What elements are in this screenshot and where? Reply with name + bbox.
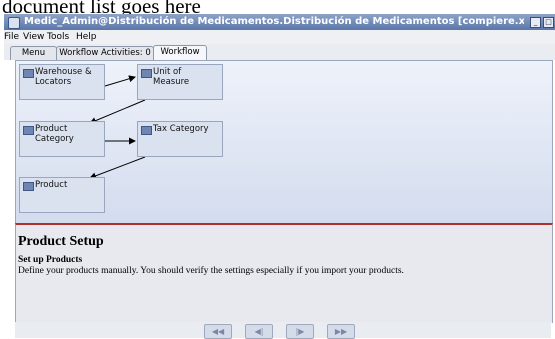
node-label: Warehouse & Locators <box>35 67 92 87</box>
arrow-warehouse-to-uom <box>104 75 136 87</box>
arrow-uom-to-product-category <box>89 99 146 124</box>
window-title: Medic_Admin@Distribución de Medicamentos… <box>24 16 524 27</box>
node-label: Tax Category <box>153 124 209 134</box>
menu-file[interactable]: File <box>4 31 19 43</box>
workflow-nav-bar: ◀◀ ◀| |▶ ▶▶ <box>15 322 551 339</box>
minimize-button[interactable]: _ <box>530 17 541 28</box>
menu-tools[interactable]: Tools <box>47 31 69 43</box>
node-label: Product Category <box>35 124 74 144</box>
arrow-tax-to-product <box>89 156 146 180</box>
menu-view[interactable]: View <box>23 31 44 43</box>
tab-menu[interactable]: Menu <box>10 46 57 60</box>
maximize-button[interactable]: □ <box>543 17 554 28</box>
first-node-button[interactable]: ◀◀ <box>204 324 232 339</box>
node-product[interactable]: Product <box>19 177 105 213</box>
node-tax-category[interactable]: Tax Category <box>137 121 223 157</box>
node-label: Product <box>35 180 68 190</box>
node-unit-of-measure[interactable]: Unit of Measure <box>137 64 223 100</box>
next-node-button[interactable]: |▶ <box>286 324 314 339</box>
tab-strip: Menu Workflow Activities: 0 Workflow <box>4 44 555 61</box>
node-product-category[interactable]: Product Category <box>19 121 105 157</box>
node-label: Unit of Measure <box>153 67 190 87</box>
last-node-button[interactable]: ▶▶ <box>327 324 355 339</box>
workflow-canvas: Warehouse & Locators Unit of Measure Pro… <box>15 60 553 224</box>
app-icon <box>8 17 20 29</box>
workflow-window: Medic_Admin@Distribución de Medicamentos… <box>0 0 555 339</box>
node-icon <box>23 182 34 191</box>
node-icon <box>141 126 152 135</box>
title-bar[interactable]: Medic_Admin@Distribución de Medicamentos… <box>4 14 555 30</box>
node-icon <box>141 69 152 78</box>
help-panel: Product Setup Set up Products Define you… <box>15 223 553 323</box>
tab-workflow[interactable]: Workflow <box>153 45 207 61</box>
menu-help[interactable]: Help <box>76 31 97 43</box>
previous-node-button[interactable]: ◀| <box>245 324 273 339</box>
tab-workflow-activities[interactable]: Workflow Activities: 0 <box>56 46 154 60</box>
node-icon <box>23 69 34 78</box>
help-subtitle: Set up Products <box>18 255 83 265</box>
node-warehouse-locators[interactable]: Warehouse & Locators <box>19 64 105 100</box>
help-description: Define your products manually. You shoul… <box>18 266 404 276</box>
menu-bar: File View Tools Help <box>4 30 555 45</box>
node-icon <box>23 126 34 135</box>
help-title: Product Setup <box>18 234 104 249</box>
